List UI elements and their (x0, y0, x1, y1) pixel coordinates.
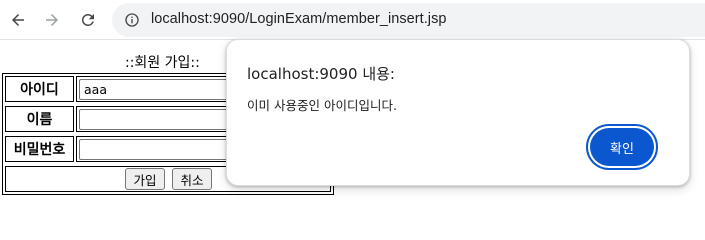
address-bar[interactable]: localhost:9090/LoginExam/member_insert.j… (112, 3, 705, 37)
browser-toolbar: localhost:9090/LoginExam/member_insert.j… (0, 0, 705, 40)
join-button[interactable]: 가입 (125, 168, 165, 190)
reload-button[interactable] (73, 5, 103, 35)
password-label: 비밀번호 (5, 136, 74, 162)
arrow-back-icon (12, 14, 24, 26)
site-info-button[interactable] (120, 8, 144, 32)
id-label: 아이디 (5, 76, 74, 102)
ok-button[interactable]: 확인 (590, 128, 654, 166)
reload-icon (82, 13, 94, 26)
arrow-forward-icon (46, 14, 58, 26)
cancel-button[interactable]: 취소 (172, 168, 212, 190)
dialog-message: 이미 사용중인 아이디입니다. (247, 98, 397, 113)
back-button[interactable] (3, 5, 33, 35)
site-info-icon (125, 13, 139, 27)
ok-button-focus-ring: 확인 (586, 124, 658, 170)
url-text: localhost:9090/LoginExam/member_insert.j… (151, 11, 447, 27)
page-title: ::회원 가입:: (125, 55, 200, 71)
name-label: 이름 (5, 106, 74, 132)
browser-window: localhost:9090/LoginExam/member_insert.j… (0, 0, 705, 212)
alert-dialog: localhost:9090 내용: 이미 사용중인 아이디입니다. 확인 (226, 39, 690, 186)
forward-button[interactable] (37, 5, 67, 35)
dialog-title: localhost:9090 내용: (247, 65, 395, 83)
